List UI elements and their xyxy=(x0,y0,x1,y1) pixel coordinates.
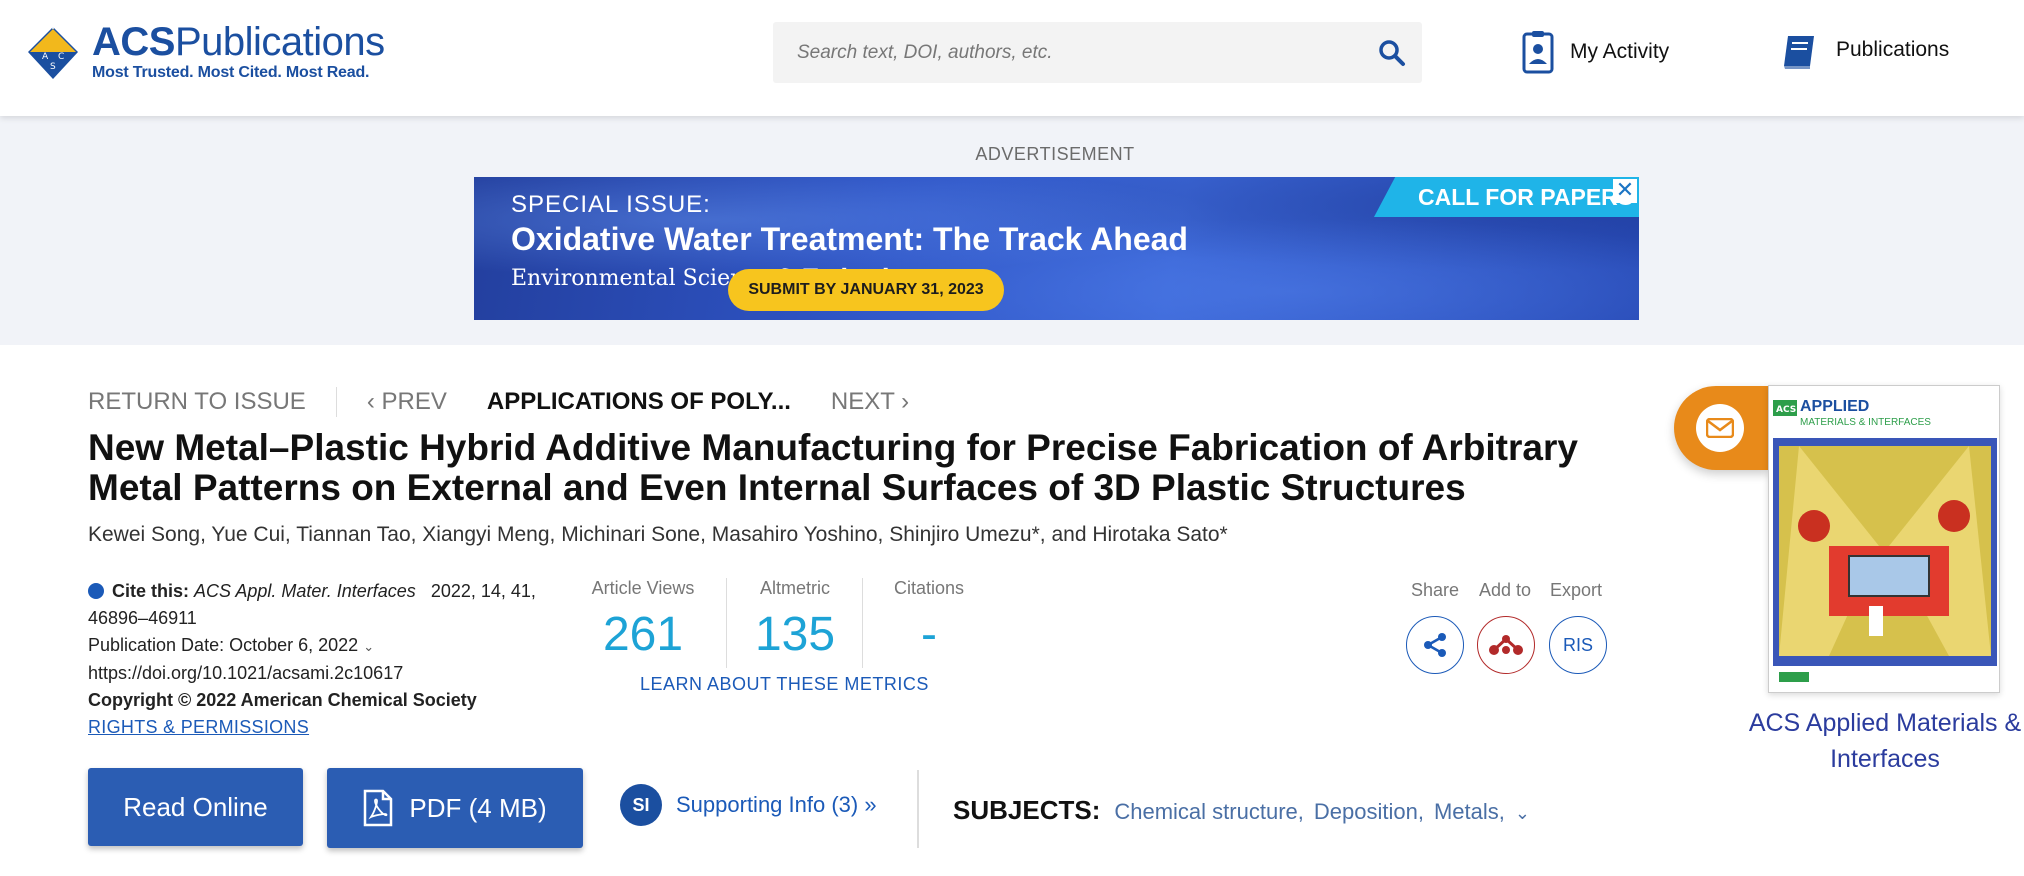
citation-block: Cite this: ACS Appl. Mater. Interfaces 2… xyxy=(88,578,568,741)
advertisement-banner[interactable]: SPECIAL ISSUE: Oxidative Water Treatment… xyxy=(474,177,1639,320)
current-section-label: APPLICATIONS OF POLY... xyxy=(486,388,791,415)
advertisement-band: ADVERTISEMENT SPECIAL ISSUE: Oxidative W… xyxy=(0,116,2024,345)
journal-cover-image: ACS APPLIED MATERIALS & INTERFACES xyxy=(1769,386,1999,690)
subject-deposition[interactable]: Deposition xyxy=(1314,799,1418,825)
pdf-label: PDF (4 MB) xyxy=(409,792,547,823)
altmetric-label: Altmetric xyxy=(759,578,830,598)
si-badge-icon: SI xyxy=(620,784,662,826)
add-to-mendeley-button[interactable] xyxy=(1477,616,1535,674)
ad-call-for-papers: CALL FOR PAPERS xyxy=(1374,177,1639,217)
ad-special-issue: SPECIAL ISSUE: xyxy=(511,191,711,218)
chevron-left-icon: ‹ xyxy=(366,388,382,415)
publications-label: Publications xyxy=(1836,38,1950,61)
email-alerts-tab[interactable] xyxy=(1674,386,1770,470)
ad-submit-badge: SUBMIT BY JANUARY 31, 2023 xyxy=(728,269,1004,311)
actions-divider xyxy=(917,770,919,848)
metric-divider xyxy=(862,578,863,668)
email-circle xyxy=(1696,404,1744,452)
metric-divider xyxy=(726,578,727,668)
envelope-icon xyxy=(1706,418,1734,438)
altmetric-metric[interactable]: Altmetric 135 xyxy=(745,578,845,662)
supporting-info-label: Supporting Info (3) » xyxy=(676,792,877,817)
chevron-down-icon[interactable]: ⌄ xyxy=(1515,803,1530,824)
my-activity-link[interactable]: My Activity xyxy=(1522,30,1669,74)
share-button[interactable] xyxy=(1406,616,1464,674)
search-icon xyxy=(1379,39,1405,66)
search-button[interactable] xyxy=(1362,22,1422,83)
advertisement-label: ADVERTISEMENT xyxy=(975,144,1135,164)
copyright: Copyright © 2022 American Chemical Socie… xyxy=(88,690,477,710)
nav-divider xyxy=(335,387,337,417)
pdf-file-icon xyxy=(364,789,393,827)
doi-link[interactable]: https://doi.org/10.1021/acsami.2c10617 xyxy=(88,660,568,687)
acs-diamond-icon: A C S xyxy=(24,23,82,81)
next-article-link[interactable]: NEXT › xyxy=(831,388,909,416)
search-bar xyxy=(773,22,1422,83)
subjects-heading: SUBJECTS: xyxy=(953,795,1101,825)
article-title: New Metal–Plastic Hybrid Additive Manufa… xyxy=(88,427,1578,508)
article-authors: Kewei Song, Yue Cui, Tiannan Tao, Xiangy… xyxy=(88,523,1228,546)
check-circle-icon xyxy=(88,583,104,599)
article-views-metric: Article Views 261 xyxy=(588,578,698,662)
article-navigation: RETURN TO ISSUE ‹ PREV APPLICATIONS OF P… xyxy=(88,387,909,417)
svg-text:MATERIALS & INTERFACES: MATERIALS & INTERFACES xyxy=(1800,417,1931,428)
svg-text:A: A xyxy=(42,52,49,62)
journal-name-link[interactable]: ACS Applied Materials & Interfaces xyxy=(1730,705,2024,777)
subject-metals[interactable]: Metals xyxy=(1434,799,1499,825)
share-icon xyxy=(1424,633,1446,657)
citations-label: Citations xyxy=(893,578,965,598)
share-label: Share xyxy=(1411,580,1460,600)
subjects-list: SUBJECTS: Chemical structure, Deposition… xyxy=(953,795,1530,825)
pdf-download-button[interactable]: PDF (4 MB) xyxy=(327,768,583,848)
svg-text:S: S xyxy=(50,62,56,72)
logo-title: ACSPublications xyxy=(92,20,385,64)
cite-journal: ACS Appl. Mater. Interfaces xyxy=(194,581,416,601)
export-ris-button[interactable]: RIS xyxy=(1549,616,1607,674)
rights-permissions-link[interactable]: RIGHTS & PERMISSIONS xyxy=(88,714,568,741)
ris-label: RIS xyxy=(1562,634,1593,655)
ad-close-icon[interactable]: ✕ xyxy=(1613,179,1637,203)
add-to-label: Add to xyxy=(1479,580,1532,600)
article-views-value: 261 xyxy=(602,608,684,661)
chevron-down-icon: ⌄ xyxy=(363,639,375,654)
cite-volume: 2022, 14, 41, xyxy=(430,581,536,601)
acs-logo[interactable]: A C S ACSPublications Most Trusted. Most… xyxy=(24,22,385,82)
learn-metrics-link[interactable]: LEARN ABOUT THESE METRICS xyxy=(640,674,929,695)
my-activity-label: My Activity xyxy=(1570,40,1670,63)
article-views-label: Article Views xyxy=(591,578,695,598)
read-online-button[interactable]: Read Online xyxy=(88,768,303,846)
publication-date[interactable]: Publication Date: October 6, 2022 ⌄ xyxy=(88,632,568,660)
book-icon xyxy=(1784,36,1814,69)
altmetric-value: 135 xyxy=(754,608,836,661)
journal-cover[interactable]: ACS APPLIED MATERIALS & INTERFACES xyxy=(1768,385,2000,693)
svg-text:ACS: ACS xyxy=(1776,405,1796,415)
chevron-right-icon: › xyxy=(894,388,910,415)
svg-text:APPLIED: APPLIED xyxy=(1800,398,1869,415)
supporting-info-link[interactable]: SI Supporting Info (3) » xyxy=(620,784,877,826)
return-to-issue-link[interactable]: RETURN TO ISSUE xyxy=(88,388,306,416)
search-input[interactable] xyxy=(773,22,1362,83)
mendeley-icon xyxy=(1489,635,1523,655)
cite-pages: 46896–46911 xyxy=(88,608,197,628)
publications-link[interactable]: Publications xyxy=(1780,30,1949,70)
logo-tagline: Most Trusted. Most Cited. Most Read. xyxy=(92,64,370,81)
citations-value: - xyxy=(921,608,937,661)
prev-article-link[interactable]: ‹ PREV xyxy=(367,388,447,416)
ad-title: Oxidative Water Treatment: The Track Ahe… xyxy=(511,221,1188,257)
site-header: A C S ACSPublications Most Trusted. Most… xyxy=(0,0,2024,116)
export-label: Export xyxy=(1550,580,1603,600)
clipboard-user-icon xyxy=(1522,31,1554,74)
svg-text:C: C xyxy=(58,52,64,62)
subject-chemical-structure[interactable]: Chemical structure xyxy=(1114,799,1297,825)
citations-metric: Citations - xyxy=(886,578,972,662)
cite-label: Cite this: xyxy=(112,581,190,601)
